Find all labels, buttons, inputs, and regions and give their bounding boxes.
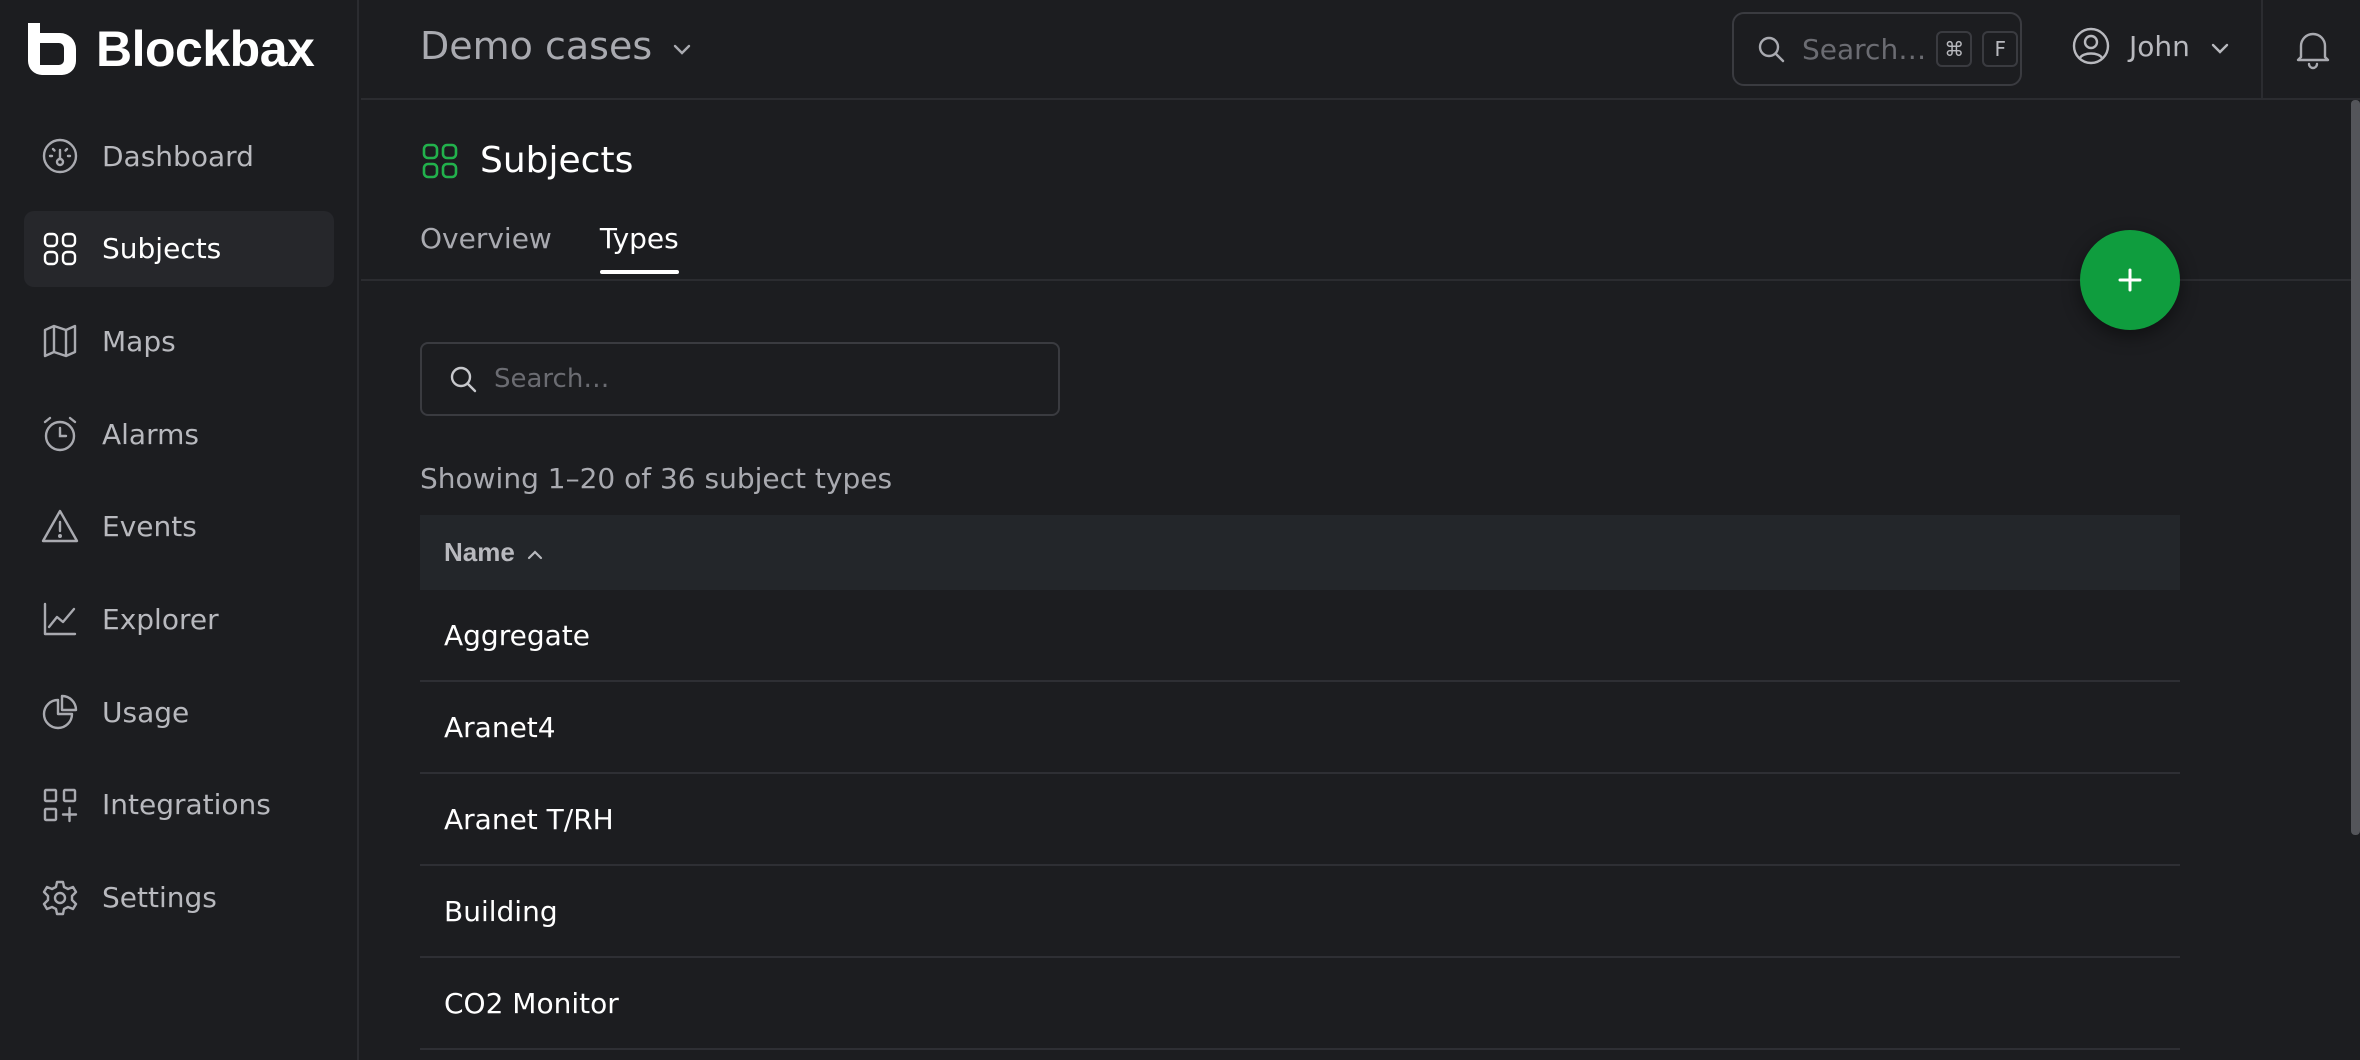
user-name: John: [2129, 29, 2190, 63]
workspace-title: Demo cases: [420, 24, 653, 68]
header-divider: [2261, 0, 2263, 100]
sidebar-item-label: Usage: [102, 695, 190, 729]
sidebar-item-usage[interactable]: Usage: [24, 674, 334, 750]
sidebar-item-label: Alarms: [102, 417, 199, 451]
result-count: Showing 1–20 of 36 subject types: [420, 462, 893, 495]
add-subject-type-button[interactable]: [2080, 230, 2180, 330]
alarm-clock-icon: [40, 414, 80, 454]
subject-type-name: Aggregate: [444, 618, 590, 652]
tab-types[interactable]: Types: [599, 222, 679, 274]
search-placeholder: Search…: [494, 364, 610, 394]
table-header: Name: [420, 515, 2180, 590]
scrollbar[interactable]: [2351, 100, 2360, 1060]
search-icon: [1758, 36, 1785, 63]
page-title: Subjects: [480, 140, 634, 181]
global-search-placeholder: Search…: [1802, 32, 1927, 66]
subjects-grid-icon: [422, 143, 458, 178]
sidebar-item-integrations[interactable]: Integrations: [24, 767, 334, 843]
user-menu[interactable]: John: [2071, 26, 2232, 66]
warning-triangle-icon: [40, 507, 80, 547]
shortcut-key: ⌘: [1936, 31, 1973, 67]
subject-type-name: Aranet T/RH: [444, 802, 614, 836]
logo[interactable]: Blockbax: [24, 20, 315, 78]
subject-type-name: Aranet4: [444, 710, 556, 744]
subject-types-table: Name Aggregate Aranet4 Aranet T/RH Build…: [420, 515, 2180, 1050]
dashboard-gauge-icon: [40, 136, 80, 176]
top-bar: Demo cases Search… ⌘ F John: [361, 0, 2360, 100]
sidebar-item-explorer[interactable]: Explorer: [24, 581, 334, 657]
sidebar-item-label: Explorer: [102, 602, 219, 636]
search-input[interactable]: Search…: [420, 342, 1060, 416]
grid-icon: [40, 229, 80, 269]
sidebar-item-alarms[interactable]: Alarms: [24, 396, 334, 472]
sidebar-item-label: Integrations: [102, 788, 271, 822]
line-chart-icon: [40, 599, 80, 639]
bell-icon[interactable]: [2291, 26, 2335, 70]
sidebar-item-label: Dashboard: [102, 139, 254, 173]
column-header-name[interactable]: Name: [444, 537, 515, 568]
chevron-down-icon: [2211, 43, 2229, 54]
integrations-grid-plus-icon: [40, 785, 80, 825]
tab-bar: Overview Types: [420, 222, 679, 274]
shortcut-key: F: [1982, 31, 2019, 67]
table-row[interactable]: Aggregate: [420, 590, 2180, 682]
sidebar-item-label: Events: [102, 510, 197, 544]
sidebar: Blockbax Dashboard Subjects Maps Alarms …: [0, 0, 359, 1060]
sidebar-item-events[interactable]: Events: [24, 489, 334, 565]
plus-icon: [2118, 268, 2142, 292]
user-avatar-icon: [2072, 27, 2110, 65]
global-search[interactable]: Search… ⌘ F: [1732, 12, 2022, 86]
workspace-selector[interactable]: Demo cases: [420, 24, 694, 68]
tab-overview[interactable]: Overview: [420, 222, 552, 273]
sidebar-item-dashboard[interactable]: Dashboard: [24, 118, 334, 194]
table-row[interactable]: CO2 Monitor: [420, 958, 2180, 1050]
table-row[interactable]: Aranet4: [420, 682, 2180, 774]
map-icon: [40, 321, 80, 361]
subject-type-name: CO2 Monitor: [444, 986, 619, 1020]
sidebar-item-subjects[interactable]: Subjects: [24, 210, 334, 287]
app-name: Blockbax: [96, 21, 315, 77]
page-header: Subjects: [420, 140, 633, 181]
tabs-divider: [361, 279, 2351, 281]
gear-icon: [40, 878, 80, 918]
sidebar-item-label: Settings: [102, 881, 217, 914]
pie-chart-icon: [40, 692, 80, 732]
search-icon: [450, 366, 477, 393]
scrollbar-thumb[interactable]: [2351, 100, 2360, 835]
sidebar-item-label: Maps: [102, 324, 176, 358]
sidebar-nav: Dashboard Subjects Maps Alarms Events Ex…: [24, 118, 334, 952]
sort-ascending-icon[interactable]: [525, 545, 545, 565]
sidebar-item-maps[interactable]: Maps: [24, 303, 334, 379]
subject-type-name: Building: [444, 894, 558, 928]
sidebar-item-label: Subjects: [102, 232, 222, 266]
table-row[interactable]: Aranet T/RH: [420, 774, 2180, 866]
table-row[interactable]: Building: [420, 866, 2180, 958]
sidebar-item-settings[interactable]: Settings: [24, 860, 334, 936]
blockbax-logo-icon: [28, 23, 76, 75]
chevron-down-icon: [673, 44, 691, 55]
